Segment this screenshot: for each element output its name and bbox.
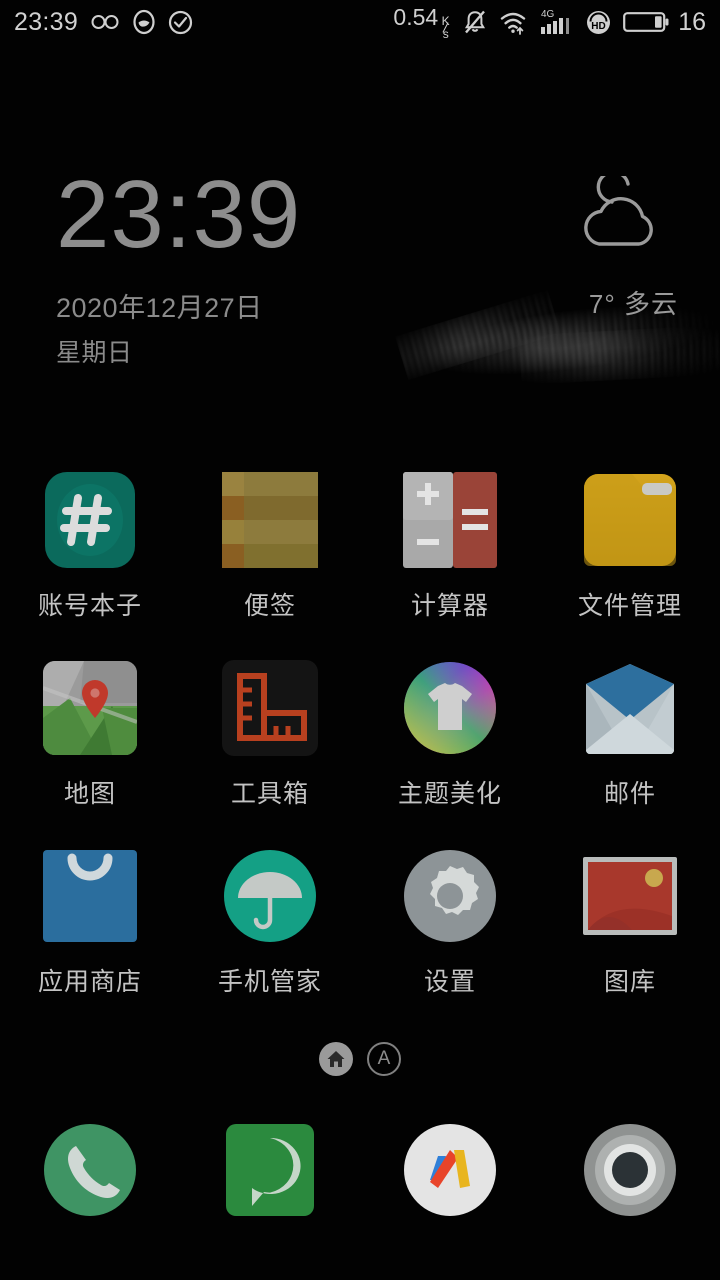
notes-icon (220, 470, 320, 570)
toolbox-icon (220, 658, 320, 758)
dock-item-browser[interactable] (360, 1120, 540, 1220)
app-label: 邮件 (603, 780, 656, 808)
app-label: 计算器 (410, 592, 489, 620)
app-label: 文件管理 (577, 592, 682, 620)
home-screen: 23:39 0.54 K s 4G HD 16 23:39 2020年12月27… (0, 0, 720, 1280)
page-indicator: A (0, 1042, 720, 1076)
app-store-icon (40, 846, 140, 946)
app-item-file-manager[interactable]: 文件管理 (540, 470, 720, 622)
message-icon (222, 1122, 318, 1218)
app-item-themes[interactable]: 主题美化 (360, 658, 540, 810)
camera-icon (582, 1122, 678, 1218)
app-grid: 账号本子 便签 计算器 文件管理 地图 工具箱 主题美化 邮件 应用商店 手机管… (0, 470, 720, 998)
apps-page-dot-label: A (377, 1048, 391, 1069)
app-item-settings[interactable]: 设置 (360, 846, 540, 998)
battery-percent: 16 (678, 7, 706, 36)
app-label: 设置 (423, 968, 476, 996)
calculator-icon (400, 470, 500, 570)
volte-hd-icon: HD (585, 9, 612, 36)
themes-icon (400, 658, 500, 758)
dock-item-phone[interactable] (0, 1120, 180, 1220)
home-page-dot[interactable] (319, 1042, 353, 1076)
status-bar-right: 0.54 K s 4G HD 16 (393, 4, 706, 40)
apps-page-dot[interactable]: A (367, 1042, 401, 1076)
settings-icon (400, 846, 500, 946)
battery-icon (623, 9, 669, 35)
app-label: 应用商店 (37, 968, 142, 996)
clock-widget-time: 23:39 (56, 161, 302, 268)
app-label: 工具箱 (230, 780, 309, 808)
app-item-account-notebook[interactable]: 账号本子 (0, 470, 180, 622)
weather-summary: 7° 多云 (588, 289, 678, 319)
app-item-maps[interactable]: 地图 (0, 658, 180, 810)
infinity-icon (90, 12, 120, 32)
dock-item-camera[interactable] (540, 1120, 720, 1220)
app-label: 地图 (63, 780, 116, 808)
status-bar-left: 23:39 (14, 8, 193, 37)
app-item-calculator[interactable]: 计算器 (360, 470, 540, 622)
file-manager-icon (580, 470, 680, 570)
app-label: 手机管家 (217, 968, 322, 996)
dock (0, 1120, 720, 1220)
gallery-icon (580, 846, 680, 946)
app-item-notes[interactable]: 便签 (180, 470, 360, 622)
clock-widget-weekday: 星期日 (56, 339, 133, 368)
app-item-mail[interactable]: 邮件 (540, 658, 720, 810)
weather-widget[interactable]: 7° 多云 (558, 176, 678, 321)
network-speed-unit: K s (440, 15, 451, 40)
svg-text:HD: HD (591, 21, 605, 32)
browser-m-icon (402, 1122, 498, 1218)
cloud-sync-icon (132, 9, 156, 35)
app-label: 主题美化 (397, 780, 502, 808)
brush-stroke-texture-3 (518, 324, 720, 386)
phone-icon (42, 1122, 138, 1218)
wifi-icon (499, 9, 529, 35)
app-item-phone-manager[interactable]: 手机管家 (180, 846, 360, 998)
dock-item-messages[interactable] (180, 1120, 360, 1220)
clock-widget[interactable]: 23:39 2020年12月27日 星期日 (56, 161, 302, 369)
status-bar-clock: 23:39 (14, 7, 79, 36)
app-label: 图库 (603, 968, 656, 996)
check-circle-icon (168, 10, 193, 35)
signal-4g-icon: 4G (540, 7, 574, 37)
svg-text:4G: 4G (541, 9, 555, 20)
clock-widget-date: 2020年12月27日 (56, 293, 263, 324)
app-label: 账号本子 (37, 592, 142, 620)
home-icon (327, 1051, 345, 1067)
app-item-gallery[interactable]: 图库 (540, 846, 720, 998)
account-notebook-icon (40, 470, 140, 570)
network-speed-value: 0.54 (393, 4, 439, 30)
maps-icon (40, 658, 140, 758)
network-speed: 0.54 K s (393, 4, 451, 40)
app-item-toolbox[interactable]: 工具箱 (180, 658, 360, 810)
app-label: 便签 (243, 592, 296, 620)
app-item-app-store[interactable]: 应用商店 (0, 846, 180, 998)
phone-manager-icon (220, 846, 320, 946)
status-bar[interactable]: 23:39 0.54 K s 4G HD 16 (0, 0, 720, 44)
mail-icon (580, 658, 680, 758)
moon-cloud-icon (584, 176, 653, 246)
silent-bell-icon (462, 8, 488, 36)
